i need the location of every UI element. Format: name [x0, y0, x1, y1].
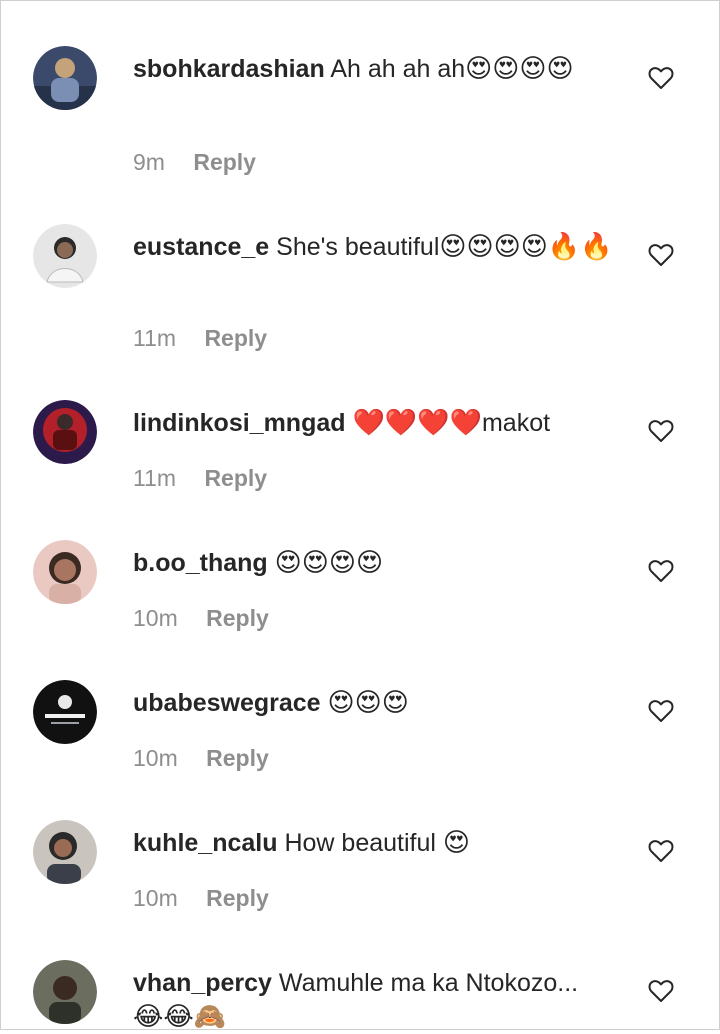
reply-button[interactable]: Reply — [206, 885, 269, 911]
comment-text: Ah ah ah ah — [330, 55, 466, 83]
comment-timestamp: 10m — [133, 745, 178, 771]
comment-text: How beautiful — [284, 829, 436, 857]
comment-emoji: 😍 — [442, 828, 470, 858]
avatar[interactable] — [33, 680, 97, 744]
comment-body: b.oo_thang 😍😍😍😍 — [133, 546, 613, 580]
comment-body: lindinkosi_mngad ❤️❤️❤️❤️makot — [133, 406, 613, 440]
heart-outline-icon[interactable] — [648, 979, 674, 1003]
comment-timestamp: 9m — [133, 149, 165, 175]
comment-timestamp: 10m — [133, 885, 178, 911]
comment-body: kuhle_ncalu How beautiful 😍 — [133, 826, 613, 860]
heart-outline-icon[interactable] — [648, 699, 674, 723]
comment-meta: 10m Reply — [133, 605, 269, 632]
avatar[interactable] — [33, 820, 97, 884]
avatar[interactable] — [33, 46, 97, 110]
avatar[interactable] — [33, 400, 97, 464]
comment-username[interactable]: sbohkardashian — [133, 55, 325, 83]
comment-username[interactable]: ubabeswegrace — [133, 689, 321, 717]
comment-body: vhan_percy Wamuhle ma ka Ntokozo... 😂😂🙈 — [133, 966, 613, 1034]
comment-body: eustance_e She's beautiful😍😍😍😍🔥🔥 — [133, 230, 613, 264]
heart-outline-icon[interactable] — [648, 559, 674, 583]
comment-emoji: 😍😍😍😍 — [274, 548, 384, 578]
comment-timestamp: 11m — [133, 325, 177, 351]
heart-outline-icon[interactable] — [648, 66, 674, 90]
heart-outline-icon[interactable] — [648, 839, 674, 863]
comment-meta: 9m Reply — [133, 149, 256, 176]
comment-body: ubabeswegrace 😍😍😍 — [133, 686, 613, 720]
comment-text: She's beautiful — [276, 233, 440, 261]
comment-username[interactable]: kuhle_ncalu — [133, 829, 278, 857]
comment-timestamp: 10m — [133, 605, 178, 631]
avatar[interactable] — [33, 540, 97, 604]
comment-emoji: ❤️❤️❤️❤️ — [352, 408, 482, 438]
comment-meta: 10m Reply — [133, 885, 269, 912]
comment-username[interactable]: b.oo_thang — [133, 549, 268, 577]
reply-button[interactable]: Reply — [204, 465, 267, 491]
comment-meta: 11m Reply — [133, 325, 267, 352]
avatar[interactable] — [33, 960, 97, 1024]
comment-timestamp: 11m — [133, 465, 177, 491]
comment-emoji: 😂😂🙈 — [133, 1002, 227, 1032]
comment-emoji: 😍😍😍😍🔥🔥 — [439, 232, 613, 262]
reply-button[interactable]: Reply — [193, 149, 256, 175]
comment-body: sbohkardashian Ah ah ah ah😍😍😍😍 — [133, 52, 613, 86]
heart-outline-icon[interactable] — [648, 243, 674, 267]
reply-button[interactable]: Reply — [206, 745, 269, 771]
heart-outline-icon[interactable] — [648, 419, 674, 443]
comment-username[interactable]: lindinkosi_mngad — [133, 409, 346, 437]
reply-button[interactable]: Reply — [204, 325, 267, 351]
comment-emoji: 😍😍😍😍 — [465, 54, 574, 84]
comment-text: makot — [481, 409, 551, 437]
comment-meta: 11m Reply — [133, 465, 267, 492]
comment-username[interactable]: eustance_e — [133, 233, 269, 261]
comment-emoji: 😍😍😍 — [327, 688, 409, 718]
comment-username[interactable]: vhan_percy — [133, 969, 272, 997]
comment-text: Wamuhle ma ka Ntokozo... — [278, 969, 579, 997]
reply-button[interactable]: Reply — [206, 605, 269, 631]
screen-border — [0, 0, 720, 1030]
comment-meta: 10m Reply — [133, 745, 269, 772]
avatar[interactable] — [33, 224, 97, 288]
